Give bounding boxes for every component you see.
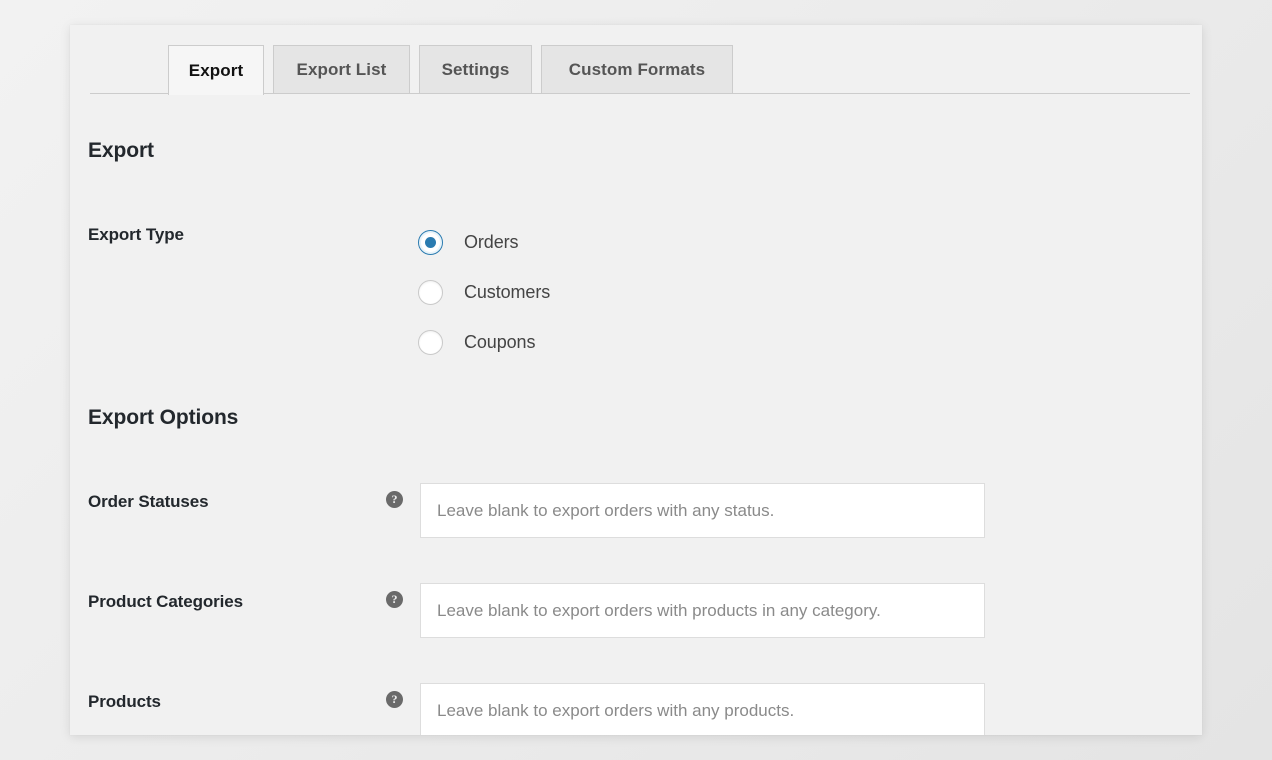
tab-export-label: Export [188, 60, 244, 80]
tab-custom-formats-label: Custom Formats [568, 60, 706, 79]
products-label: Products [88, 692, 161, 711]
settings-panel: Export Export List Settings Custom Forma… [70, 25, 1202, 735]
radio-customers-label: Customers [464, 281, 551, 302]
tab-export-list-label: Export List [296, 60, 387, 79]
tab-settings[interactable]: Settings [419, 45, 532, 94]
radio-orders[interactable] [418, 229, 443, 255]
tab-custom-formats[interactable]: Custom Formats [541, 45, 733, 94]
tab-bar: Export Export List Settings Custom Forma… [70, 25, 1202, 95]
order-statuses-label: Order Statuses [88, 492, 209, 511]
radio-row-orders[interactable]: Orders [418, 217, 550, 267]
tab-export[interactable]: Export [168, 45, 264, 95]
export-type-label: Export Type [88, 225, 184, 244]
settings-content: Export Export Type Orders Customers Coup… [70, 95, 1202, 735]
radio-coupons[interactable] [418, 329, 443, 355]
help-icon[interactable]: ? [386, 691, 403, 708]
help-icon[interactable]: ? [386, 491, 403, 508]
radio-coupons-label: Coupons [464, 331, 536, 352]
tab-settings-label: Settings [441, 60, 510, 79]
product-categories-label: Product Categories [88, 592, 244, 611]
section-title-export: Export [88, 139, 154, 162]
export-type-radio-group: Orders Customers Coupons [418, 217, 550, 367]
radio-row-customers[interactable]: Customers [418, 267, 550, 317]
radio-customers[interactable] [418, 279, 443, 305]
order-statuses-input[interactable] [420, 483, 985, 538]
products-input[interactable] [420, 683, 985, 735]
help-icon[interactable]: ? [386, 591, 403, 608]
radio-row-coupons[interactable]: Coupons [418, 317, 550, 367]
radio-orders-label: Orders [464, 231, 519, 252]
product-categories-input[interactable] [420, 583, 985, 638]
section-title-export-options: Export Options [88, 406, 239, 429]
tab-export-list[interactable]: Export List [273, 45, 410, 94]
